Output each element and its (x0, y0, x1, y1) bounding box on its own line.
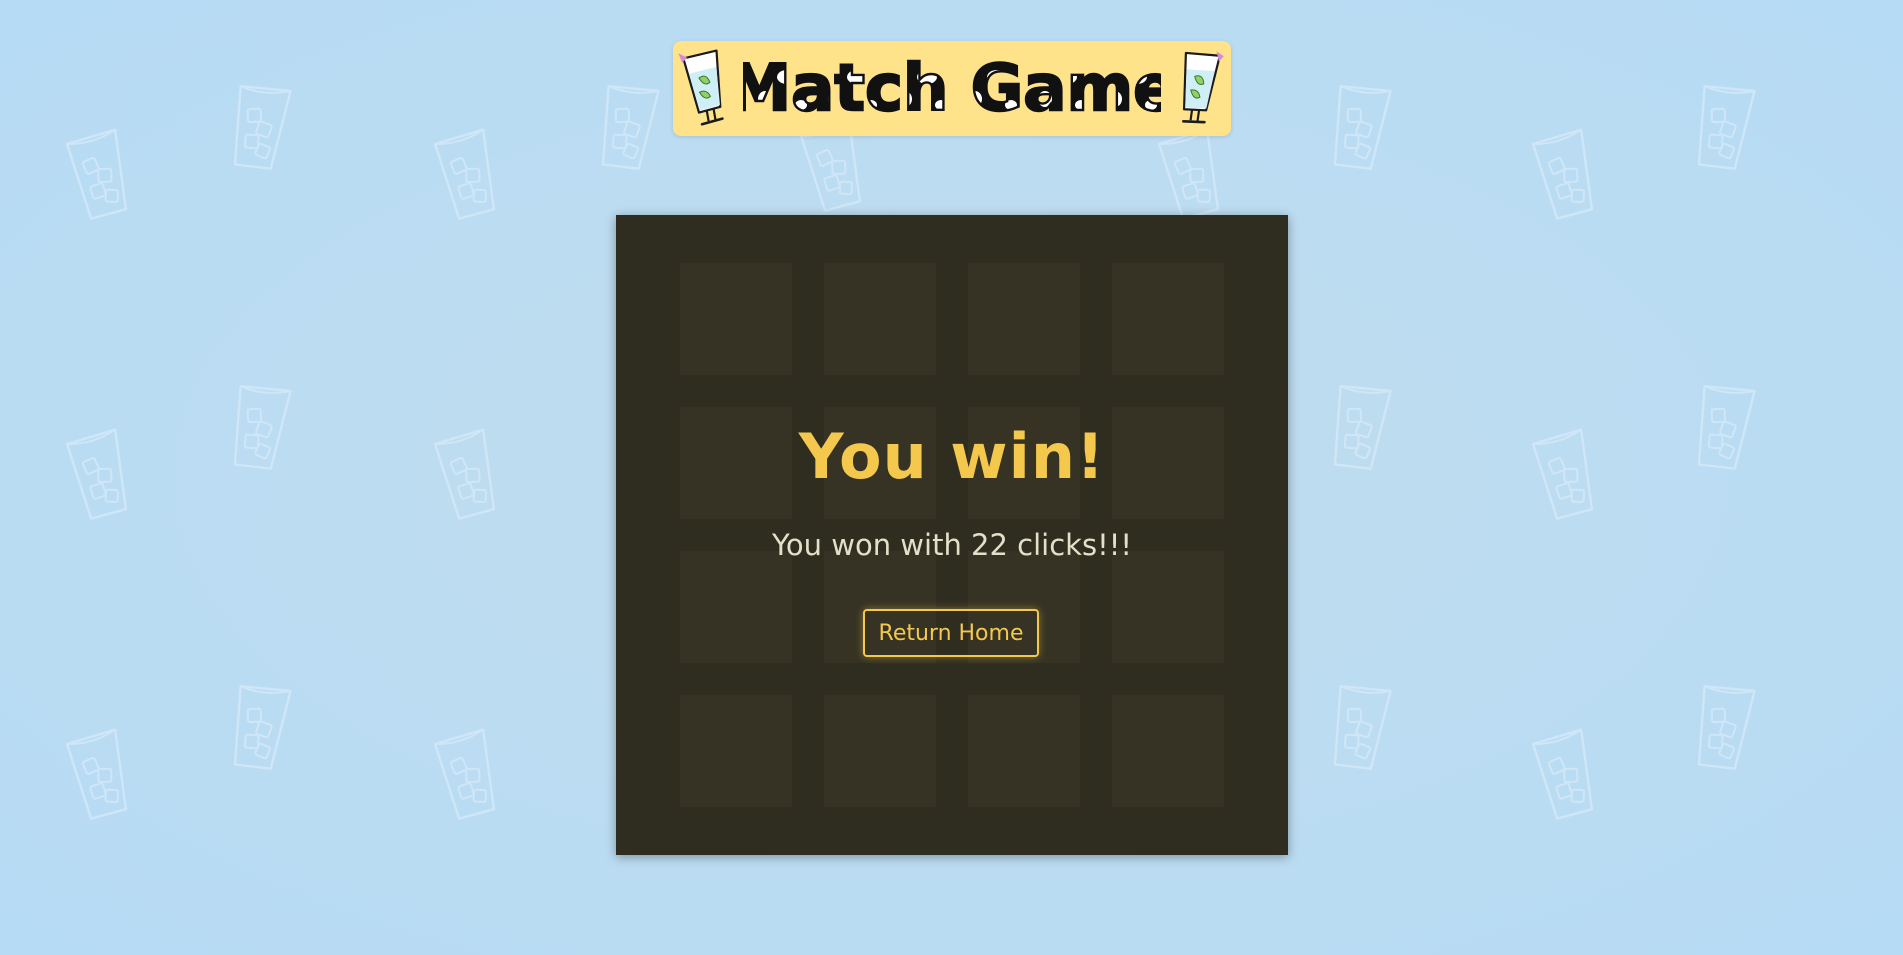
glass-with-ice-icon (220, 375, 297, 476)
glass-with-ice-icon (1320, 75, 1397, 176)
glass-with-ice-icon (1320, 675, 1397, 776)
title-banner: Match Game (673, 41, 1231, 136)
glass-with-ice-icon (1684, 375, 1761, 476)
glass-with-ice-icon (1684, 75, 1761, 176)
return-home-button[interactable]: Return Home (863, 609, 1039, 657)
glass-with-ice-icon (427, 723, 507, 826)
glass-with-ice-icon (220, 675, 297, 776)
glass-with-ice-icon (220, 75, 297, 176)
glass-with-ice-icon (1525, 123, 1605, 226)
glass-with-ice-icon (1684, 675, 1761, 776)
game-title: Match Game (726, 47, 1177, 129)
glass-with-ice-icon (427, 423, 507, 526)
glass-with-ice-icon (1525, 723, 1605, 826)
win-title: You win! (798, 420, 1106, 493)
glass-with-ice-icon (588, 75, 665, 176)
glass-with-ice-icon (1151, 123, 1231, 226)
glass-with-ice-icon (59, 423, 139, 526)
glass-with-ice-icon (427, 123, 507, 226)
game-board: You win! You won with 22 clicks!!! Retur… (616, 215, 1288, 855)
iced-drink-glass-icon (678, 49, 724, 126)
iced-drink-glass-icon (1182, 51, 1224, 124)
game-title-text: Match Game (743, 52, 1161, 126)
glass-with-ice-icon (1320, 375, 1397, 476)
glass-with-ice-icon (59, 123, 139, 226)
glass-with-ice-icon (1525, 423, 1605, 526)
win-message: You won with 22 clicks!!! (772, 528, 1132, 562)
glass-with-ice-icon (59, 723, 139, 826)
win-overlay: You win! You won with 22 clicks!!! Retur… (616, 215, 1288, 855)
